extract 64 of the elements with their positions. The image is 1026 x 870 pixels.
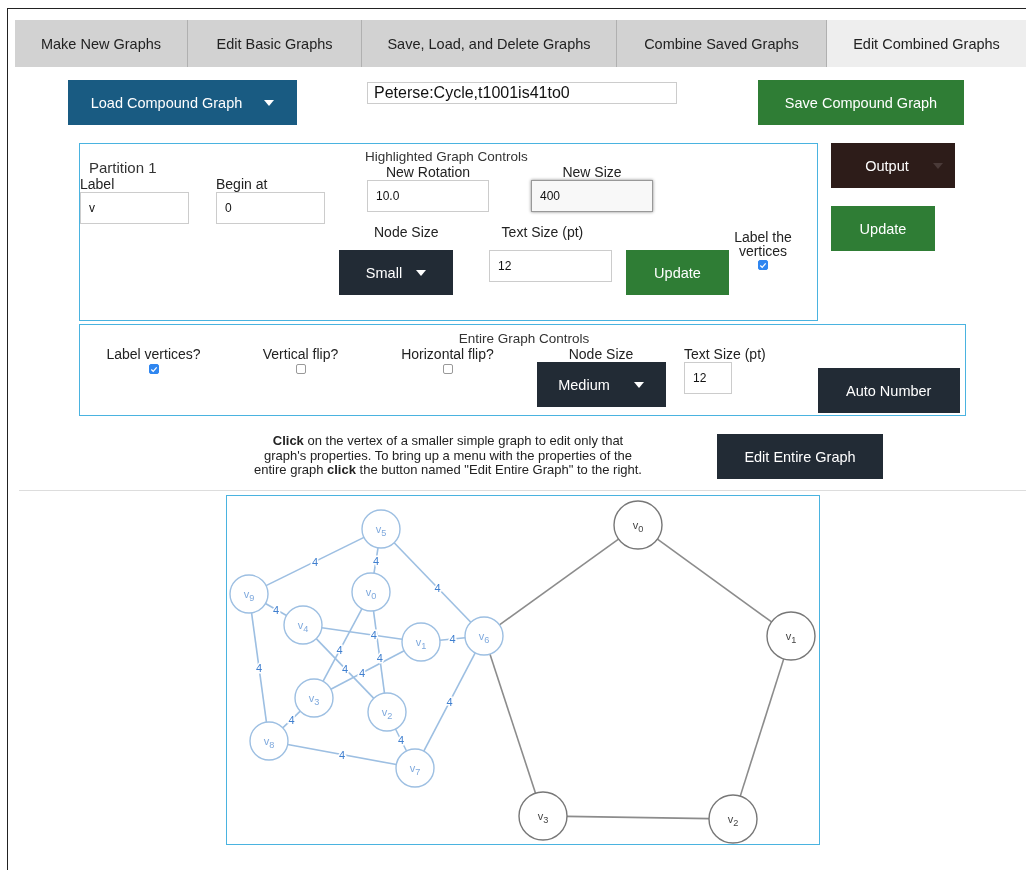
graph-name-field[interactable]: Peterse:Cycle,t1001is41to0 (367, 82, 677, 104)
field-label: New Rotation (385, 164, 470, 180)
text-size-field[interactable]: 12 (684, 362, 732, 394)
tab[interactable]: Make New Graphs (15, 20, 188, 67)
begin-at-field[interactable]: 0 (216, 192, 325, 224)
checkbox-label: Label the vertices (733, 230, 793, 258)
update-button[interactable]: Update (831, 206, 935, 251)
save-compound-graph-button[interactable]: Save Compound Graph (758, 80, 964, 125)
node-size-dropdown[interactable]: Small (339, 250, 453, 295)
node-size-dropdown[interactable]: Medium (536, 362, 666, 407)
edge-weight-label: 4 (255, 661, 263, 674)
caret-icon (633, 381, 644, 388)
field-label: New Size (562, 164, 622, 180)
edge-weight-label: 4 (272, 603, 280, 616)
edge-weight-label: 4 (434, 581, 441, 594)
panel-title: Entire Graph Controls (457, 331, 591, 346)
checkbox-label: Vertical flip? (262, 346, 339, 362)
edge-weight-label: 4 (341, 662, 349, 675)
tab[interactable]: Save, Load, and Delete Graphs (362, 20, 617, 67)
auto-number-button[interactable]: Auto Number (817, 368, 960, 413)
field-label: Node Size (374, 224, 439, 240)
label-field[interactable]: v (80, 192, 189, 224)
edge-weight-label: 4 (311, 555, 319, 568)
edge-weight-label: 4 (397, 734, 405, 746)
edge-weight-label: 4 (359, 666, 366, 679)
checkbox[interactable] (148, 364, 159, 374)
checkbox-label: Horizontal flip? (401, 346, 494, 362)
checkbox[interactable] (295, 364, 306, 374)
checkbox-label: Label vertices? (106, 346, 201, 362)
instructions-text: Click on the vertex of a smaller simple graph to edit only that graph's properties. To bring up a menu with the properties of the entire graph click the button named "Edit Entire Graph" to the right. (253, 434, 643, 478)
checkbox[interactable] (442, 364, 453, 374)
panel-title: Highlighted Graph Controls (365, 149, 529, 164)
field-label: Node Size (568, 346, 634, 362)
checkbox[interactable] (758, 260, 768, 270)
update-button[interactable]: Update (626, 250, 729, 295)
output-dropdown[interactable]: Output (831, 143, 955, 188)
field-label: Label (80, 176, 115, 192)
edit-entire-graph-button[interactable]: Edit Entire Graph (717, 434, 883, 479)
graph-node[interactable]: v$_{1}$ (766, 611, 816, 661)
caret-icon (416, 269, 427, 276)
partition-title: Partition 1 (89, 159, 158, 176)
field-label: Text Size (pt) (684, 346, 766, 362)
edge-weight-label: 4 (338, 748, 346, 761)
edge-weight-label: 4 (376, 652, 383, 664)
graph-node[interactable]: v$_{0}$ (613, 500, 663, 550)
tab[interactable]: Combine Saved Graphs (617, 20, 827, 67)
edge-weight-label: 4 (446, 696, 453, 708)
load-compound-graph-dropdown[interactable]: Load Compound Graph (68, 80, 297, 125)
edge-weight-label: 4 (449, 633, 456, 645)
edge-weight-label: 4 (370, 629, 377, 642)
tab[interactable]: Edit Combined Graphs (827, 20, 1026, 67)
graph-node[interactable]: v$_{2}$ (708, 794, 758, 844)
field-label: Text Size (pt) (501, 224, 584, 240)
edge-weight-label: 4 (372, 554, 380, 567)
tab[interactable]: Edit Basic Graphs (188, 20, 362, 67)
edge-weight-label: 4 (336, 644, 343, 657)
field-label: Begin at (216, 176, 268, 192)
graph-node[interactable]: v$_{3}$ (518, 791, 568, 841)
size-field[interactable]: 400 (531, 180, 653, 212)
text-size-field[interactable]: 12 (489, 250, 612, 282)
caret-icon (264, 99, 275, 106)
edge-weight-label: 4 (288, 713, 295, 726)
caret-icon (932, 162, 943, 169)
rotation-field[interactable]: 10.0 (367, 180, 489, 212)
